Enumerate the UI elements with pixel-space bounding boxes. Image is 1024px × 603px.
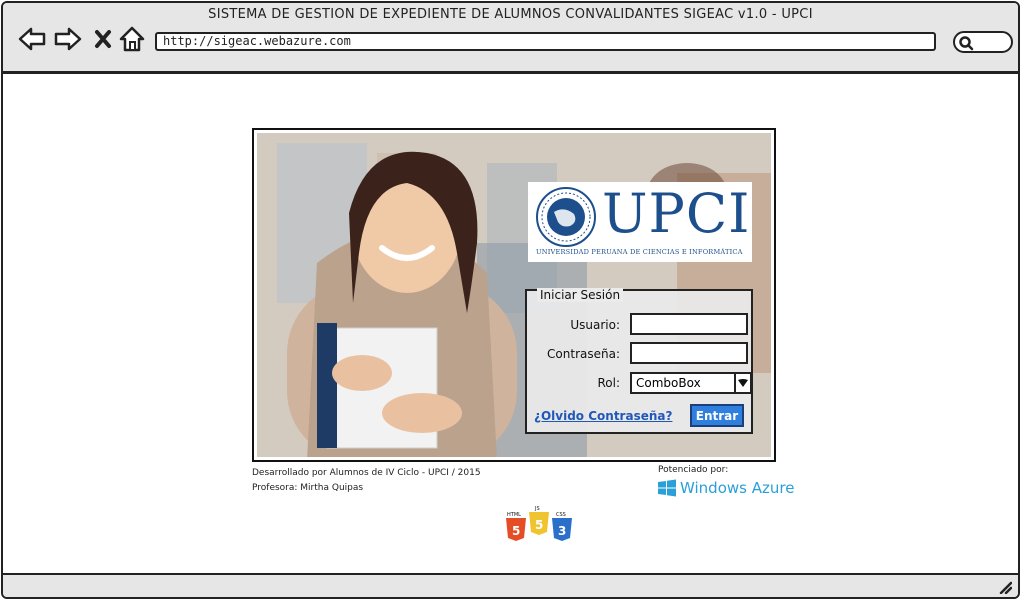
svg-text:5: 5 [512,524,520,538]
css-badge-label: CSS [556,512,566,518]
svg-text:5: 5 [535,518,543,532]
forgot-password-link[interactable]: ¿Olvido Contraseña? [534,409,672,423]
search-icon [959,36,974,51]
browser-search-box[interactable] [953,31,1013,53]
svg-text:3: 3 [558,524,566,538]
address-bar[interactable]: http://sigeac.webazure.com [155,32,936,51]
login-form: Iniciar Sesión Usuario: Contraseña: Rol:… [525,288,753,434]
globe-seal-icon [536,187,596,247]
user-label: Usuario: [570,318,620,332]
credits: Desarrollado por Alumnos de IV Ciclo - U… [252,466,481,496]
login-legend: Iniciar Sesión [537,288,624,302]
powered-by-label: Potenciado por: [658,465,729,475]
upci-logo: UPCI UNIVERSIDAD PERUANA DE CIENCIAS E I… [528,182,752,262]
professor-text: Profesora: Mirtha Quipas [252,483,364,493]
azure-wordmark: Windows Azure [680,479,795,497]
developed-by-text: Desarrollado por Alumnos de IV Ciclo - U… [252,468,481,478]
tech-badges: HTML 5 JS 5 CSS 3 [504,505,574,545]
status-bar [3,573,1018,597]
chevron-down-icon[interactable] [734,372,752,394]
role-select[interactable]: ComboBox [630,372,752,394]
html5-css3-js-badges: HTML 5 JS 5 CSS 3 [506,506,572,541]
resize-grip-icon[interactable] [998,580,1012,594]
windows-azure-logo: Windows Azure [658,479,794,499]
role-label: Rol: [597,376,620,390]
forward-arrow-icon[interactable] [53,25,83,53]
back-arrow-icon[interactable] [17,25,47,53]
login-submit-button[interactable]: Entrar [690,404,744,427]
hero-photo: UPCI UNIVERSIDAD PERUANA DE CIENCIAS E I… [257,133,771,457]
window-title: SISTEMA DE GESTION DE EXPEDIENTE DE ALUM… [208,7,813,22]
logo-subtitle: UNIVERSIDAD PERUANA DE CIENCIAS E INFORM… [536,248,743,256]
home-icon[interactable] [117,25,147,53]
role-select-value: ComboBox [636,376,701,390]
user-input[interactable] [630,313,748,335]
browser-toolbar: SISTEMA DE GESTION DE EXPEDIENTE DE ALUM… [3,3,1018,74]
windows-logo-icon [658,479,676,497]
html-badge-label: HTML [507,512,521,518]
password-label: Contraseña: [547,347,620,361]
hero-banner: UPCI UNIVERSIDAD PERUANA DE CIENCIAS E I… [252,128,776,462]
browser-window: SISTEMA DE GESTION DE EXPEDIENTE DE ALUM… [1,1,1020,599]
logo-wordmark: UPCI [602,182,751,245]
js-badge-label: JS [534,506,540,512]
password-input[interactable] [630,342,748,364]
